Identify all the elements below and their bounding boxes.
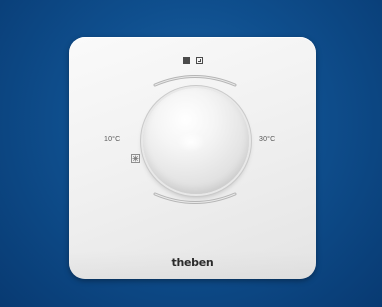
filled-square-icon [183,57,190,64]
min-temp-label: 10°C [104,136,121,143]
snowflake-icon [131,154,140,163]
max-temp-label: 30°C [259,136,276,143]
scene: 10°C 30°C theben [0,0,382,307]
thermostat-plate: 10°C 30°C theben [69,37,316,279]
brand-logo: theben [171,256,214,269]
knob-highlight [177,132,205,152]
plus-square-icon [196,57,203,64]
bottom-arc-indicator [153,192,237,204]
mode-icons [183,57,203,64]
top-arc-indicator [153,75,237,87]
temperature-knob[interactable] [143,88,249,194]
